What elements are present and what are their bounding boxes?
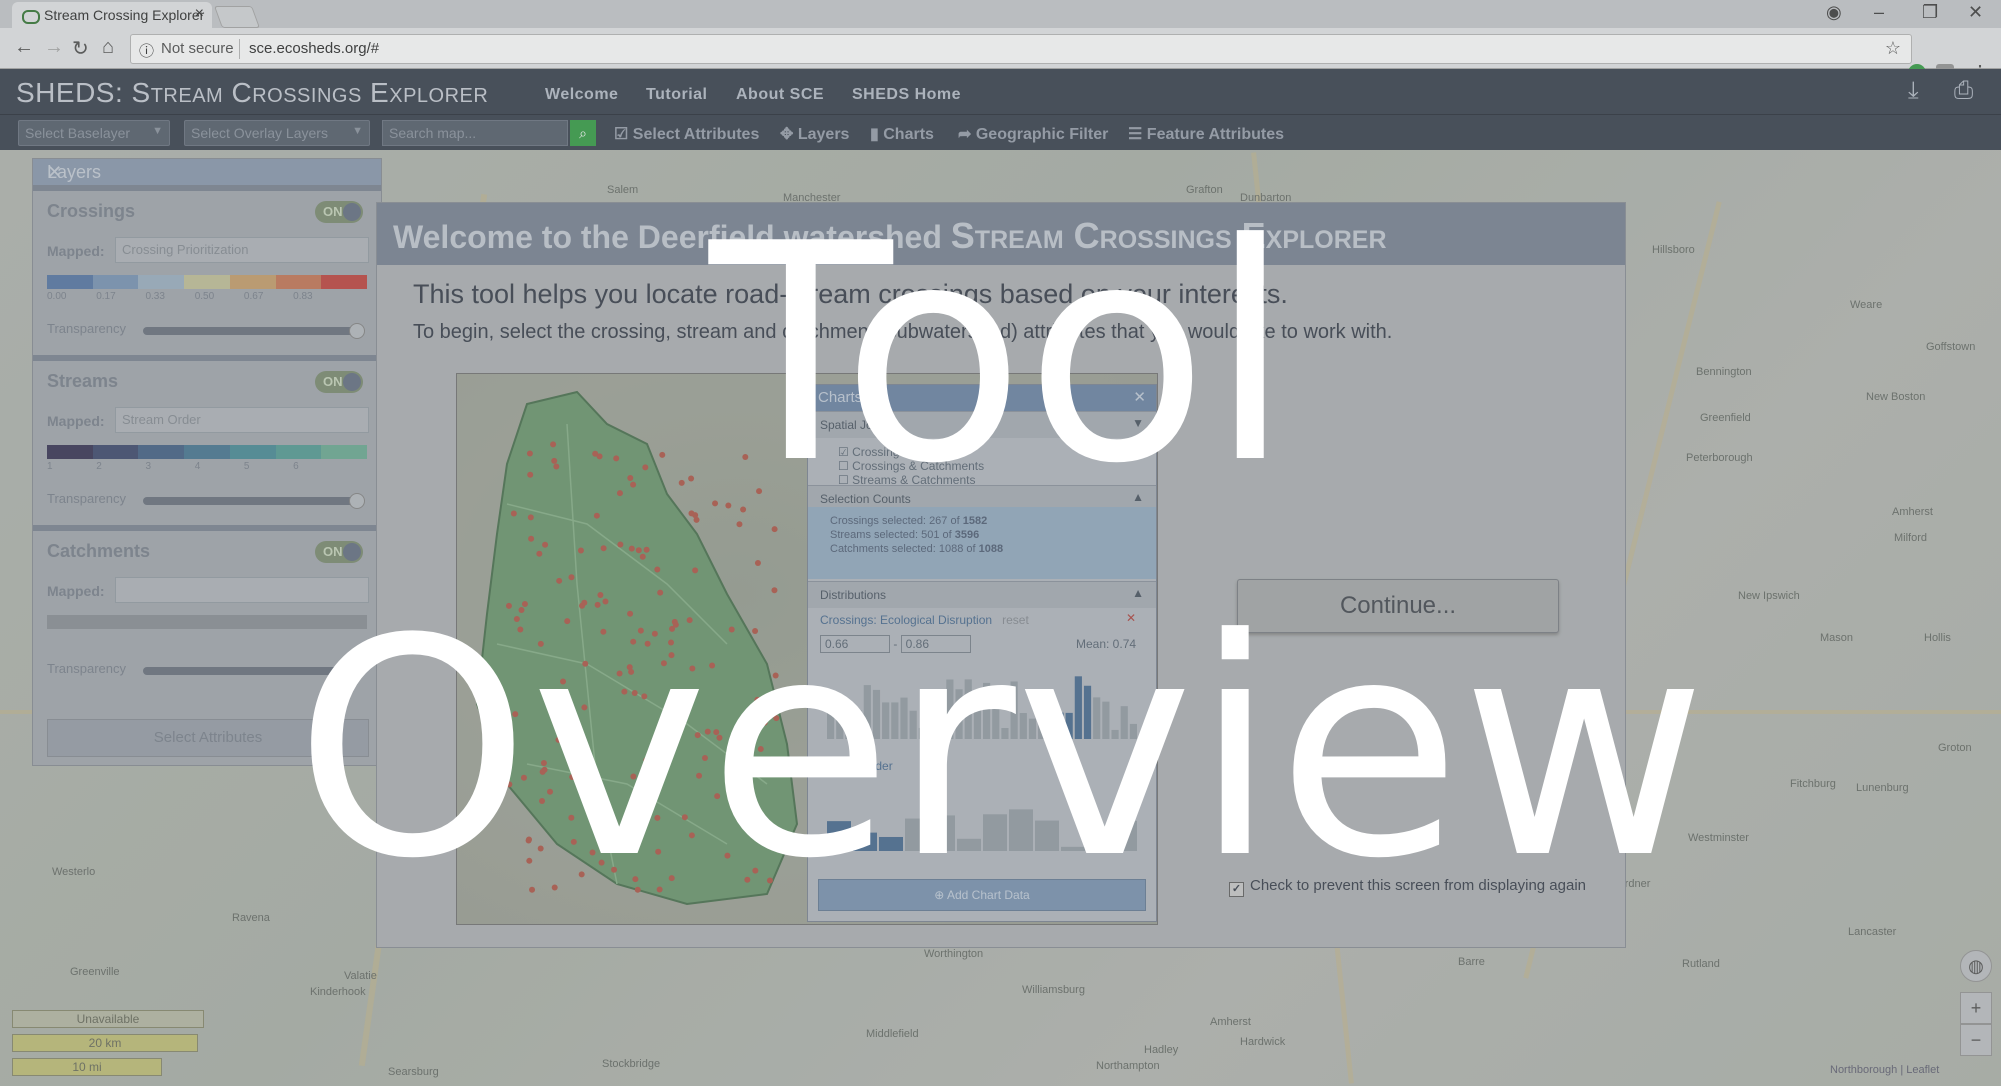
overlay-title-line1: Tool — [709, 180, 1292, 529]
overlay-title-line2: Overview — [294, 575, 1707, 924]
